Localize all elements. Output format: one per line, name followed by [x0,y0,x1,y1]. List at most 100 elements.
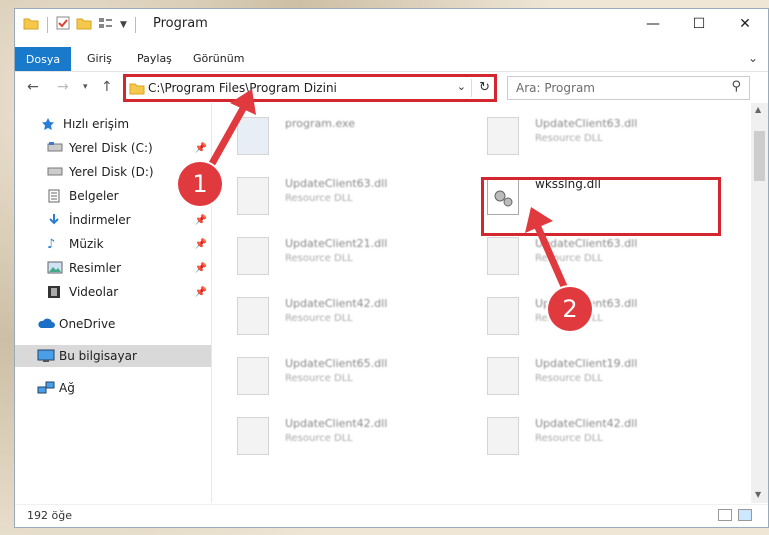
vertical-scrollbar[interactable]: ▲ ▼ [751,103,768,503]
file-type: Resource DLL [535,373,603,384]
address-highlight-box [123,74,497,102]
pin-icon: 📌 [194,238,207,250]
file-icon [487,417,519,455]
file-name: UpdateClient63.dll [285,177,388,190]
minimize-button[interactable]: — [630,9,676,39]
file-icon [487,297,519,335]
file-type: Resource DLL [285,313,353,324]
nav-item-quick-access[interactable]: Hızlı erişim [15,113,211,135]
nav-item-drive-c[interactable]: Yerel Disk (C:) 📌 [15,137,211,159]
pictures-icon [47,261,63,275]
title-bar: ▼ Program — ☐ ✕ [15,9,768,39]
file-icon [237,357,269,395]
explorer-window: ▼ Program — ☐ ✕ Dosya Giriş Paylaş Görün… [14,8,769,528]
chevron-down-icon[interactable]: ▼ [120,20,127,30]
navigation-bar: ← → ▾ ↑ C:\Program Files\Program Dizini … [15,73,768,103]
file-list: program.exe UpdateClient63.dll Resource … [215,103,745,498]
file-item[interactable]: UpdateClient65.dll Resource DLL [215,347,445,399]
file-name: UpdateClient21.dll [285,237,388,250]
window-title: Program [153,16,208,31]
pin-icon: 📌 [194,214,207,226]
item-count: 192 öğe [27,509,72,522]
forward-icon[interactable]: → [57,79,69,95]
nav-item-label: Bu bilgisayar [59,349,137,363]
file-item[interactable]: UpdateClient63.dll Resource DLL [465,107,695,159]
large-icons-view-icon[interactable] [738,509,752,521]
ribbon: Dosya Giriş Paylaş Görünüm ⌄ [15,47,768,72]
computer-icon [37,349,55,363]
file-icon [237,417,269,455]
file-item[interactable]: UpdateClient42.dll Resource DLL [465,407,695,459]
search-placeholder: Ara: Program [516,81,595,95]
file-icon [237,297,269,335]
nav-item-label: Yerel Disk (C:) [69,141,153,155]
search-icon[interactable]: ⚲ [731,79,741,94]
file-item[interactable]: UpdateClient21.dll Resource DLL [215,227,445,279]
nav-item-label: Müzik [69,237,104,251]
nav-item-label: İndirmeler [69,213,131,227]
maximize-button[interactable]: ☐ [676,9,722,39]
file-name: UpdateClient42.dll [535,417,638,430]
scrollbar-thumb[interactable] [754,131,765,181]
nav-item-network[interactable]: Ağ [15,377,211,399]
nav-item-downloads[interactable]: İndirmeler 📌 [15,209,211,231]
file-type: Resource DLL [285,193,353,204]
scroll-down-icon[interactable]: ▼ [755,490,761,499]
file-name: UpdateClient42.dll [285,297,388,310]
file-name: UpdateClient19.dll [535,357,638,370]
nav-item-music[interactable]: ♪ Müzik 📌 [15,233,211,255]
close-button[interactable]: ✕ [722,9,768,39]
music-icon: ♪ [47,237,56,252]
nav-item-label: Yerel Disk (D:) [69,165,154,179]
nav-item-label: Hızlı erişim [63,117,130,131]
drive-icon [47,141,63,155]
file-name: UpdateClient63.dll [535,117,638,130]
quick-access-toolbar: ▼ [23,16,138,33]
file-icon [487,237,519,275]
view-options-icon[interactable] [98,16,114,33]
file-icon [487,117,519,155]
navigation-pane: Hızlı erişim Yerel Disk (C:) 📌 Yerel Dis… [15,109,211,499]
file-type: Resource DLL [285,373,353,384]
properties-icon[interactable] [56,16,70,33]
callout-badge-2: 2 [548,287,592,331]
details-view-icon[interactable] [718,509,732,521]
back-icon[interactable]: ← [27,79,39,95]
nav-item-label: Resimler [69,261,122,275]
cloud-icon [37,317,55,331]
file-icon [487,357,519,395]
nav-item-pictures[interactable]: Resimler 📌 [15,257,211,279]
pin-icon: 📌 [194,262,207,274]
file-type: Resource DLL [285,253,353,264]
recent-locations-icon[interactable]: ▾ [83,82,88,92]
status-bar: 192 öğe [15,504,768,527]
file-item[interactable]: UpdateClient19.dll Resource DLL [465,347,695,399]
nav-item-label: OneDrive [59,317,116,331]
nav-item-label: Ağ [59,381,75,395]
tab-view[interactable]: Görünüm [193,52,244,65]
nav-item-label: Belgeler [69,189,119,203]
file-name: UpdateClient65.dll [285,357,388,370]
search-input[interactable]: Ara: Program ⚲ [507,76,750,100]
nav-item-label: Videolar [69,285,119,299]
file-type: Resource DLL [285,433,353,444]
file-type: Resource DLL [535,133,603,144]
file-name: UpdateClient42.dll [285,417,388,430]
file-icon [237,237,269,275]
network-icon [37,381,55,395]
new-folder-icon[interactable] [76,16,92,33]
tab-home[interactable]: Giriş [87,52,112,65]
nav-item-this-pc[interactable]: Bu bilgisayar [15,345,211,367]
star-icon [41,117,57,131]
nav-item-onedrive[interactable]: OneDrive [15,313,211,335]
up-icon[interactable]: ↑ [101,79,113,95]
expand-ribbon-icon[interactable]: ⌄ [748,51,758,65]
file-item[interactable]: UpdateClient42.dll Resource DLL [215,407,445,459]
nav-item-videos[interactable]: Videolar 📌 [15,281,211,303]
scroll-up-icon[interactable]: ▲ [755,105,761,114]
videos-icon [47,285,63,299]
tab-file[interactable]: Dosya [15,47,71,71]
tab-share[interactable]: Paylaş [137,52,172,65]
file-item[interactable]: UpdateClient42.dll Resource DLL [215,287,445,339]
file-name: program.exe [285,117,355,130]
